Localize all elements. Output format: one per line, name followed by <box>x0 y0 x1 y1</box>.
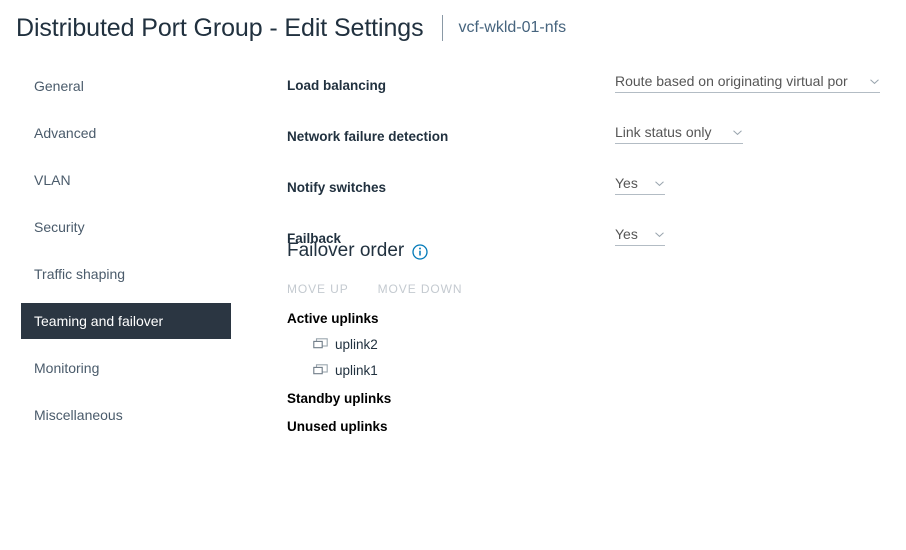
sidebar-item-advanced[interactable]: Advanced <box>21 115 231 151</box>
uplink-row[interactable]: uplink2 <box>313 337 887 352</box>
settings-sidebar: General Advanced VLAN Security Traffic shapi… <box>21 68 231 444</box>
info-circle-icon[interactable] <box>412 244 428 260</box>
sidebar-item-label: Security <box>34 219 85 235</box>
uplink-row[interactable]: uplink1 <box>313 363 887 378</box>
network-adapter-icon <box>313 364 328 377</box>
uplink-name: uplink1 <box>335 363 378 378</box>
sidebar-item-label: Monitoring <box>34 360 99 376</box>
select-notify-switches[interactable]: Yes <box>615 175 665 195</box>
label-notify-switches: Notify switches <box>287 180 386 195</box>
label-network-failure-detection: Network failure detection <box>287 129 448 144</box>
header-divider <box>442 15 443 41</box>
form-row-network-failure-detection: Network failure detection Link status onl… <box>287 119 887 170</box>
header-subtitle: vcf-wkld-01-nfs <box>459 19 567 37</box>
form-row-load-balancing: Load balancing Route based on originating… <box>287 68 887 119</box>
page-title: Distributed Port Group - Edit Settings <box>16 14 424 43</box>
group-heading-standby-uplinks: Standby uplinks <box>287 391 887 406</box>
move-down-button[interactable]: MOVE DOWN <box>378 282 463 296</box>
form-row-notify-switches: Notify switches Yes <box>287 170 887 221</box>
select-value-load-balancing: Route based on originating virtual por <box>615 73 863 89</box>
move-up-button[interactable]: MOVE UP <box>287 282 349 296</box>
group-heading-unused-uplinks: Unused uplinks <box>287 419 887 434</box>
sidebar-item-monitoring[interactable]: Monitoring <box>21 350 231 386</box>
select-load-balancing[interactable]: Route based on originating virtual por <box>615 73 880 93</box>
sidebar-item-label: VLAN <box>34 172 71 188</box>
uplink-groups: Active uplinks uplink2 uplink1 Standby upli… <box>287 311 887 434</box>
failover-order-section: Failover order MOVE UP MOVE DOWN Active … <box>287 238 887 434</box>
sidebar-item-miscellaneous[interactable]: Miscellaneous <box>21 397 231 433</box>
chevron-down-icon <box>654 178 665 189</box>
sidebar-item-label: General <box>34 78 84 94</box>
failover-move-toolbar: MOVE UP MOVE DOWN <box>287 280 887 298</box>
sidebar-item-label: Teaming and failover <box>34 313 163 329</box>
group-heading-active-uplinks: Active uplinks <box>287 311 887 326</box>
page-header: Distributed Port Group - Edit Settings v… <box>0 0 906 56</box>
failover-order-title: Failover order <box>287 240 404 262</box>
sidebar-item-label: Advanced <box>34 125 96 141</box>
sidebar-item-label: Miscellaneous <box>34 407 123 423</box>
sidebar-item-teaming-and-failover[interactable]: Teaming and failover <box>21 303 231 339</box>
select-network-failure-detection[interactable]: Link status only <box>615 124 743 144</box>
sidebar-item-vlan[interactable]: VLAN <box>21 162 231 198</box>
select-value-notify-switches: Yes <box>615 175 648 191</box>
uplink-name: uplink2 <box>335 337 378 352</box>
sidebar-item-traffic-shaping[interactable]: Traffic shaping <box>21 256 231 292</box>
label-load-balancing: Load balancing <box>287 78 386 93</box>
sidebar-item-security[interactable]: Security <box>21 209 231 245</box>
sidebar-item-label: Traffic shaping <box>34 266 125 282</box>
sidebar-item-general[interactable]: General <box>21 68 231 104</box>
chevron-down-icon <box>732 127 743 138</box>
network-adapter-icon <box>313 338 328 351</box>
select-value-network-failure-detection: Link status only <box>615 124 726 140</box>
failover-order-header: Failover order <box>287 238 887 264</box>
chevron-down-icon <box>869 76 880 87</box>
